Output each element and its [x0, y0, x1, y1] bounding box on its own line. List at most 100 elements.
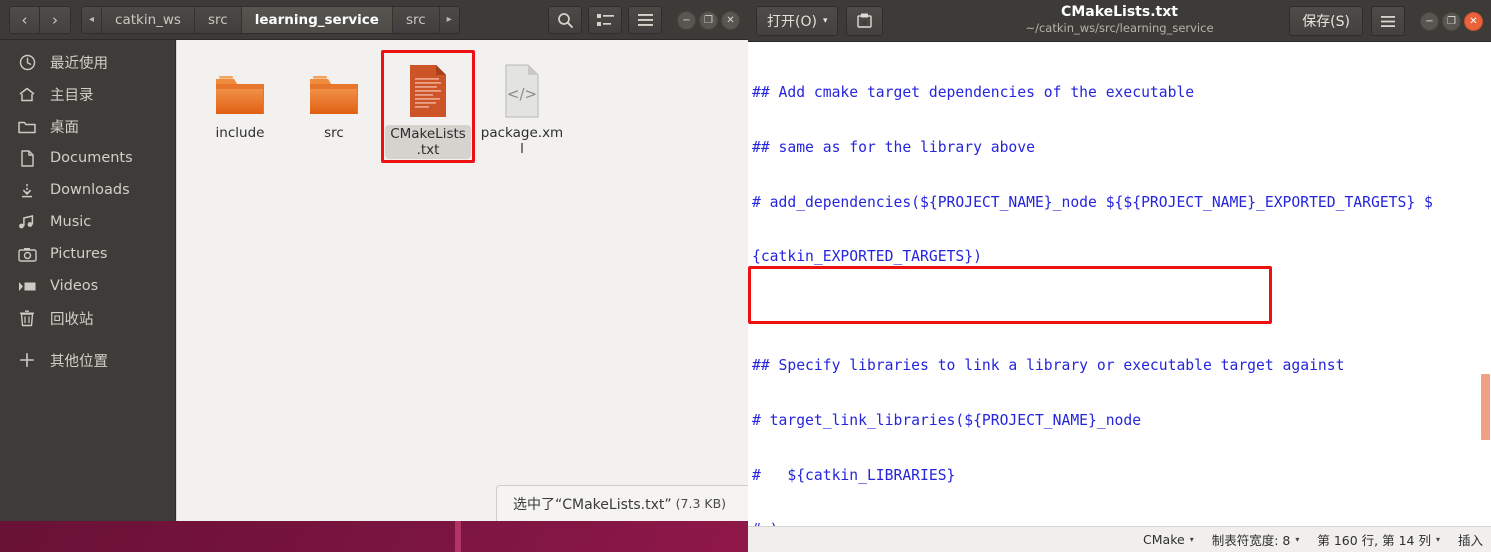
code-editor-text-area[interactable]: ## Add cmake target dependencies of the … [748, 42, 1491, 526]
sidebar-label-trash: 回收站 [50, 311, 94, 328]
sidebar-label-desktop: 桌面 [50, 119, 79, 136]
plus-icon [12, 352, 42, 368]
file-manager-window-controls: − ❐ ✕ [674, 10, 740, 30]
text-editor-window: 打开(O) ▾ CMakeLists.txt ~/catkin_ws/src/l… [748, 0, 1491, 552]
code-line: # add_dependencies(${PROJECT_NAME}_node … [752, 193, 1433, 211]
save-disk-icon[interactable] [846, 5, 884, 36]
breadcrumb-item-learning_service[interactable]: learning_service [241, 6, 393, 33]
file-item-cmakelists[interactable]: CMakeLists.txt [381, 50, 475, 163]
icon-grid: include src CMakeLists.txt </> package.x… [177, 40, 748, 173]
editor-minimize-button[interactable]: − [1420, 11, 1439, 31]
code-line: # target_link_libraries(${PROJECT_NAME}_… [752, 412, 1142, 430]
sidebar-item-downloads[interactable]: Downloads [0, 174, 175, 206]
sidebar-item-recent[interactable]: 最近使用 [0, 46, 175, 78]
open-file-button[interactable]: 打开(O) ▾ [756, 5, 839, 36]
status-file-size: (7.3 KB) [675, 496, 727, 511]
language-label: CMake [1143, 532, 1185, 547]
sidebar-label-other-locations: 其他位置 [50, 353, 108, 370]
hamburger-menu-icon[interactable] [1371, 6, 1405, 36]
navigation-buttons: ‹ › [9, 5, 71, 34]
text-file-icon [404, 57, 452, 119]
breadcrumb-item-src-2[interactable]: src [392, 6, 440, 33]
sidebar-label-music: Music [50, 214, 92, 230]
video-icon [12, 280, 42, 293]
breadcrumb-item-src[interactable]: src [194, 6, 242, 33]
file-name-label: package.xml [480, 125, 564, 157]
editor-status-bar: CMake ▾ 制表符宽度: 8 ▾ 第 160 行, 第 14 列 ▾ 插入 [748, 526, 1491, 552]
sidebar-item-videos[interactable]: Videos [0, 270, 175, 302]
save-button[interactable]: 保存(S) [1289, 6, 1363, 36]
sidebar-label-documents: Documents [50, 150, 133, 166]
code-line: # ${catkin_LIBRARIES} [752, 466, 956, 484]
folder-icon [212, 57, 268, 119]
code-line: ## Specify libraries to link a library o… [752, 357, 1345, 375]
code-line: ## same as for the library above [752, 139, 1035, 157]
search-icon[interactable] [548, 6, 582, 34]
sidebar-label-desktop-home: 主目录 [50, 87, 94, 104]
editor-header-right: 保存(S) − ❐ ✕ [1289, 6, 1483, 36]
chevron-down-icon: ▾ [1189, 535, 1194, 544]
fm-close-button[interactable]: ✕ [721, 10, 740, 30]
breadcrumb-scroll-right[interactable]: ▸ [439, 6, 459, 33]
sidebar-item-other-locations[interactable]: 其他位置 [0, 344, 175, 376]
code-file-icon: </> [498, 57, 546, 119]
sidebar-label-downloads: Downloads [50, 182, 130, 198]
clock-icon [12, 54, 42, 71]
view-list-icon[interactable] [588, 6, 622, 34]
sidebar-label-pictures: Pictures [50, 246, 108, 262]
file-manager-toolbar: ‹ › ◂ catkin_ws src learning_service src… [0, 0, 748, 40]
editor-window-controls: − ❐ ✕ [1417, 11, 1483, 31]
forward-button[interactable]: › [40, 6, 70, 33]
trash-icon [12, 310, 42, 327]
document-icon [12, 149, 42, 167]
editor-header-bar: 打开(O) ▾ CMakeLists.txt ~/catkin_ws/src/l… [748, 0, 1491, 42]
file-item-package-xml[interactable]: </> package.xml [475, 50, 569, 163]
hamburger-menu-icon[interactable] [628, 6, 662, 34]
file-item-src[interactable]: src [287, 50, 381, 163]
language-selector[interactable]: CMake ▾ [1143, 532, 1194, 547]
sidebar-item-music[interactable]: Music [0, 206, 175, 238]
sidebar-item-home[interactable]: 主目录 [0, 78, 175, 110]
file-manager-window: ‹ › ◂ catkin_ws src learning_service src… [0, 0, 748, 521]
sidebar-label-videos: Videos [50, 278, 99, 294]
breadcrumb: ◂ catkin_ws src learning_service src ▸ [81, 5, 460, 34]
file-manager-body: 最近使用 主目录 桌面 Documents Downloads Music Pi… [0, 40, 748, 521]
file-item-include[interactable]: include [193, 50, 287, 163]
code-line: {catkin_EXPORTED_TARGETS}) [752, 248, 982, 266]
sidebar-item-pictures[interactable]: Pictures [0, 238, 175, 270]
sidebar-item-documents[interactable]: Documents [0, 142, 175, 174]
editor-maximize-button[interactable]: ❐ [1442, 11, 1461, 31]
open-button-label: 打开(O) [767, 13, 817, 30]
home-icon [12, 86, 42, 103]
sidebar: 最近使用 主目录 桌面 Documents Downloads Music Pi… [0, 40, 176, 521]
screen: ‹ › ◂ catkin_ws src learning_service src… [0, 0, 1491, 552]
status-selection-text: 选中了“CMakeLists.txt” [513, 496, 672, 513]
breadcrumb-scroll-left[interactable]: ◂ [82, 6, 103, 33]
insert-mode-label: 插入 [1457, 533, 1483, 548]
editor-scrollbar-thumb[interactable] [1481, 374, 1490, 440]
sidebar-label-recent: 最近使用 [50, 55, 108, 72]
code-line: ## Add cmake target dependencies of the … [752, 84, 1195, 102]
camera-icon [12, 247, 42, 262]
folder-icon [306, 57, 362, 119]
insert-mode-indicator: 插入 [1458, 530, 1483, 549]
svg-text:</>: </> [507, 85, 537, 103]
fm-minimize-button[interactable]: − [677, 10, 696, 30]
sidebar-item-desktop[interactable]: 桌面 [0, 110, 175, 142]
cursor-position-indicator[interactable]: 第 160 行, 第 14 列 ▾ [1317, 530, 1440, 549]
fm-maximize-button[interactable]: ❐ [699, 10, 718, 30]
editor-close-button[interactable]: ✕ [1464, 11, 1483, 31]
sidebar-item-trash[interactable]: 回收站 [0, 302, 175, 334]
download-icon [12, 182, 42, 199]
editor-scrollbar[interactable] [1480, 42, 1491, 526]
file-list-area[interactable]: include src CMakeLists.txt </> package.x… [176, 40, 748, 521]
breadcrumb-item-catkin_ws[interactable]: catkin_ws [102, 6, 195, 33]
chevron-down-icon: ▾ [1435, 535, 1440, 544]
tab-width-selector[interactable]: 制表符宽度: 8 ▾ [1212, 530, 1300, 549]
file-name-label: include [215, 125, 265, 141]
folder-icon [12, 119, 42, 134]
back-button[interactable]: ‹ [10, 6, 40, 33]
chevron-down-icon: ▾ [1295, 535, 1300, 544]
file-manager-status-bar: 选中了“CMakeLists.txt” (7.3 KB) [496, 485, 748, 521]
